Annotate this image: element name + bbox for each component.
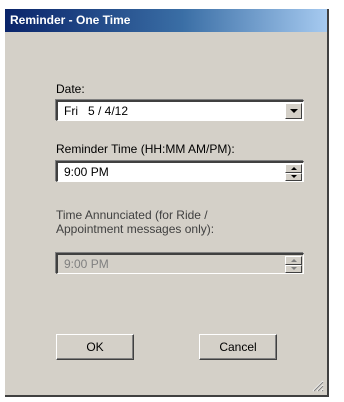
resize-grip-icon[interactable] <box>312 380 324 392</box>
annunciated-spin-up <box>285 256 302 265</box>
cancel-button[interactable]: Cancel <box>199 334 277 360</box>
reminder-time-label: Reminder Time (HH:MM AM/PM): <box>56 142 235 156</box>
date-label: Date: <box>56 82 85 96</box>
reminder-time-spinner[interactable]: 9:00 PM <box>56 161 304 182</box>
annunciated-time-value: 9:00 PM <box>64 257 109 271</box>
chevron-down-icon <box>289 109 298 113</box>
arrow-up-icon <box>290 166 297 170</box>
arrow-up-icon <box>290 258 297 262</box>
annunciated-label-line2: Appointment messages only): <box>56 222 215 236</box>
reminder-time-value: 9:00 PM <box>64 165 109 179</box>
date-value: Fri 5 / 4/12 <box>64 104 129 118</box>
annunciated-spin-buttons <box>285 256 302 273</box>
date-dropdown-button[interactable] <box>285 103 302 119</box>
ok-button[interactable]: OK <box>56 334 134 360</box>
arrow-down-icon <box>290 175 297 179</box>
reminder-time-spin-down[interactable] <box>285 172 302 181</box>
title-bar[interactable]: Reminder - One Time <box>5 9 327 32</box>
date-picker[interactable]: Fri 5 / 4/12 <box>56 100 304 121</box>
reminder-dialog: Reminder - One Time Date: Fri 5 / 4/12 R… <box>5 9 329 397</box>
arrow-down-icon <box>290 267 297 271</box>
annunciated-time-spinner: 9:00 PM <box>56 253 304 274</box>
annunciated-spin-down <box>285 264 302 273</box>
reminder-time-spin-up[interactable] <box>285 164 302 173</box>
annunciated-label-line1: Time Annunciated (for Ride / <box>56 208 208 222</box>
reminder-time-spin-buttons <box>285 164 302 181</box>
